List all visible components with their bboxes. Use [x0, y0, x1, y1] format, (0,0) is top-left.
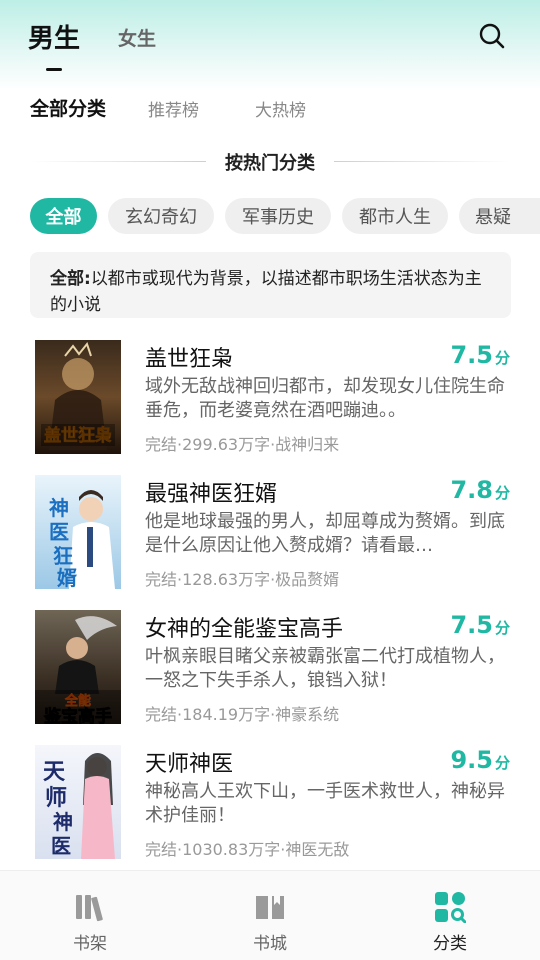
divider-line-right [334, 161, 510, 162]
category-tabs: 全部分类 推荐榜 大热榜 [0, 92, 540, 128]
genre-chips: 全部 玄幻奇幻 军事历史 都市人生 悬疑 [0, 196, 540, 236]
section-title: 按热门分类 [225, 153, 315, 174]
book-cover[interactable]: 天 师 神 医 [35, 745, 121, 859]
book-title[interactable]: 最强神医狂婿 [145, 476, 277, 508]
book-title[interactable]: 女神的全能鉴宝高手 [145, 611, 343, 643]
cover-title-text: 神 [49, 496, 69, 520]
book-cover[interactable]: 全能 鉴宝高手 [35, 610, 121, 724]
book-title[interactable]: 天师神医 [145, 746, 233, 778]
book-score: 9.5 分 [450, 746, 510, 774]
bookstore-icon [254, 891, 286, 923]
book-item[interactable]: 盖世狂枭 盖世狂枭 7.5 分 域外无敌战神回归都市，却发现女儿住院生命垂危，而老… [0, 335, 540, 465]
cover-title-text: 鉴宝高手 [43, 706, 112, 724]
description-text: 以都市或现代为背景，以描述都市职场生活状态为主的小说 [50, 269, 482, 315]
chip-fantasy[interactable]: 玄幻奇幻 [108, 198, 214, 234]
book-meta: 完结·128.63万字·极品赘婿 [145, 570, 340, 589]
tab-label: 书架 [73, 934, 107, 954]
book-title[interactable]: 盖世狂枭 [145, 341, 233, 373]
svg-text:神: 神 [53, 810, 73, 834]
cover-title-text: 天 [43, 759, 66, 785]
tab-female[interactable]: 女生 [118, 24, 156, 51]
book-item[interactable]: 天 师 神 医 天师神医 9.5 分 神秘高人王欢下山，一手医术救世人，神秘异术护… [0, 740, 540, 870]
section-header: 按热门分类 [0, 146, 540, 176]
book-item[interactable]: 神 医 狂 婿 最强神医狂婿 7.8 分 他是地球最强的男人，却屈尊成为赘婿。到底… [0, 470, 540, 600]
book-description: 域外无敌战神回归都市，却发现女儿住院生命垂危，而老婆竟然在酒吧蹦迪。。 [145, 376, 505, 421]
tab-male[interactable]: 男生 [28, 18, 80, 55]
book-description: 神秘高人王欢下山，一手医术救世人，神秘异术护佳丽！ [145, 781, 505, 826]
tab-active-indicator [46, 68, 62, 71]
tab-bookshelf[interactable]: 书架 [0, 871, 180, 960]
tab-label: 分类 [433, 934, 467, 954]
book-item[interactable]: 全能 鉴宝高手 女神的全能鉴宝高手 7.5 分 叶枫亲眼目睹父亲被霸张富二代打成植… [0, 605, 540, 735]
tab-label: 书城 [253, 934, 287, 954]
category-grid-icon [434, 891, 467, 924]
book-description: 他是地球最强的男人，却屈尊成为赘婿。到底是什么原因让他入赘成婿？请看最… [145, 511, 505, 556]
svg-text:师: 师 [45, 785, 67, 811]
book-score: 7.8 分 [450, 476, 510, 504]
category-description: 全部:以都市或现代为背景，以描述都市职场生活状态为主的小说 [30, 252, 511, 318]
svg-text:婿: 婿 [57, 566, 77, 589]
tab-hot[interactable]: 大热榜 [255, 96, 306, 121]
tab-bookstore[interactable]: 书城 [180, 871, 360, 960]
book-meta: 完结·299.63万字·战神归来 [145, 435, 340, 454]
header: 男生 女生 [0, 0, 540, 80]
description-prefix: 全部: [50, 269, 91, 289]
svg-text:医: 医 [51, 834, 71, 858]
search-icon[interactable] [476, 20, 508, 52]
tab-all-categories[interactable]: 全部分类 [30, 94, 106, 121]
book-score: 7.5 分 [450, 611, 510, 639]
svg-text:狂: 狂 [53, 544, 73, 568]
chip-all[interactable]: 全部 [30, 198, 97, 234]
tab-recommended[interactable]: 推荐榜 [148, 96, 199, 121]
book-meta: 完结·184.19万字·神豪系统 [145, 705, 340, 724]
book-meta: 完结·1030.83万字·神医无敌 [145, 840, 350, 859]
cover-title-text: 盖世狂枭 [44, 425, 112, 446]
book-cover[interactable]: 神 医 狂 婿 [35, 475, 121, 589]
chip-urban-life[interactable]: 都市人生 [342, 198, 448, 234]
svg-text:医: 医 [49, 520, 69, 544]
book-cover[interactable]: 盖世狂枭 [35, 340, 121, 454]
book-description: 叶枫亲眼目睹父亲被霸张富二代打成植物人，一怒之下失手杀人，锒铛入狱！ [145, 646, 505, 691]
chip-suspense[interactable]: 悬疑 [459, 198, 540, 234]
bottom-tab-bar: 书架 书城 分类 [0, 870, 540, 960]
bookshelf-icon [74, 891, 106, 923]
chip-military-history[interactable]: 军事历史 [225, 198, 331, 234]
tab-category[interactable]: 分类 [360, 871, 540, 960]
book-score: 7.5 分 [450, 341, 510, 369]
